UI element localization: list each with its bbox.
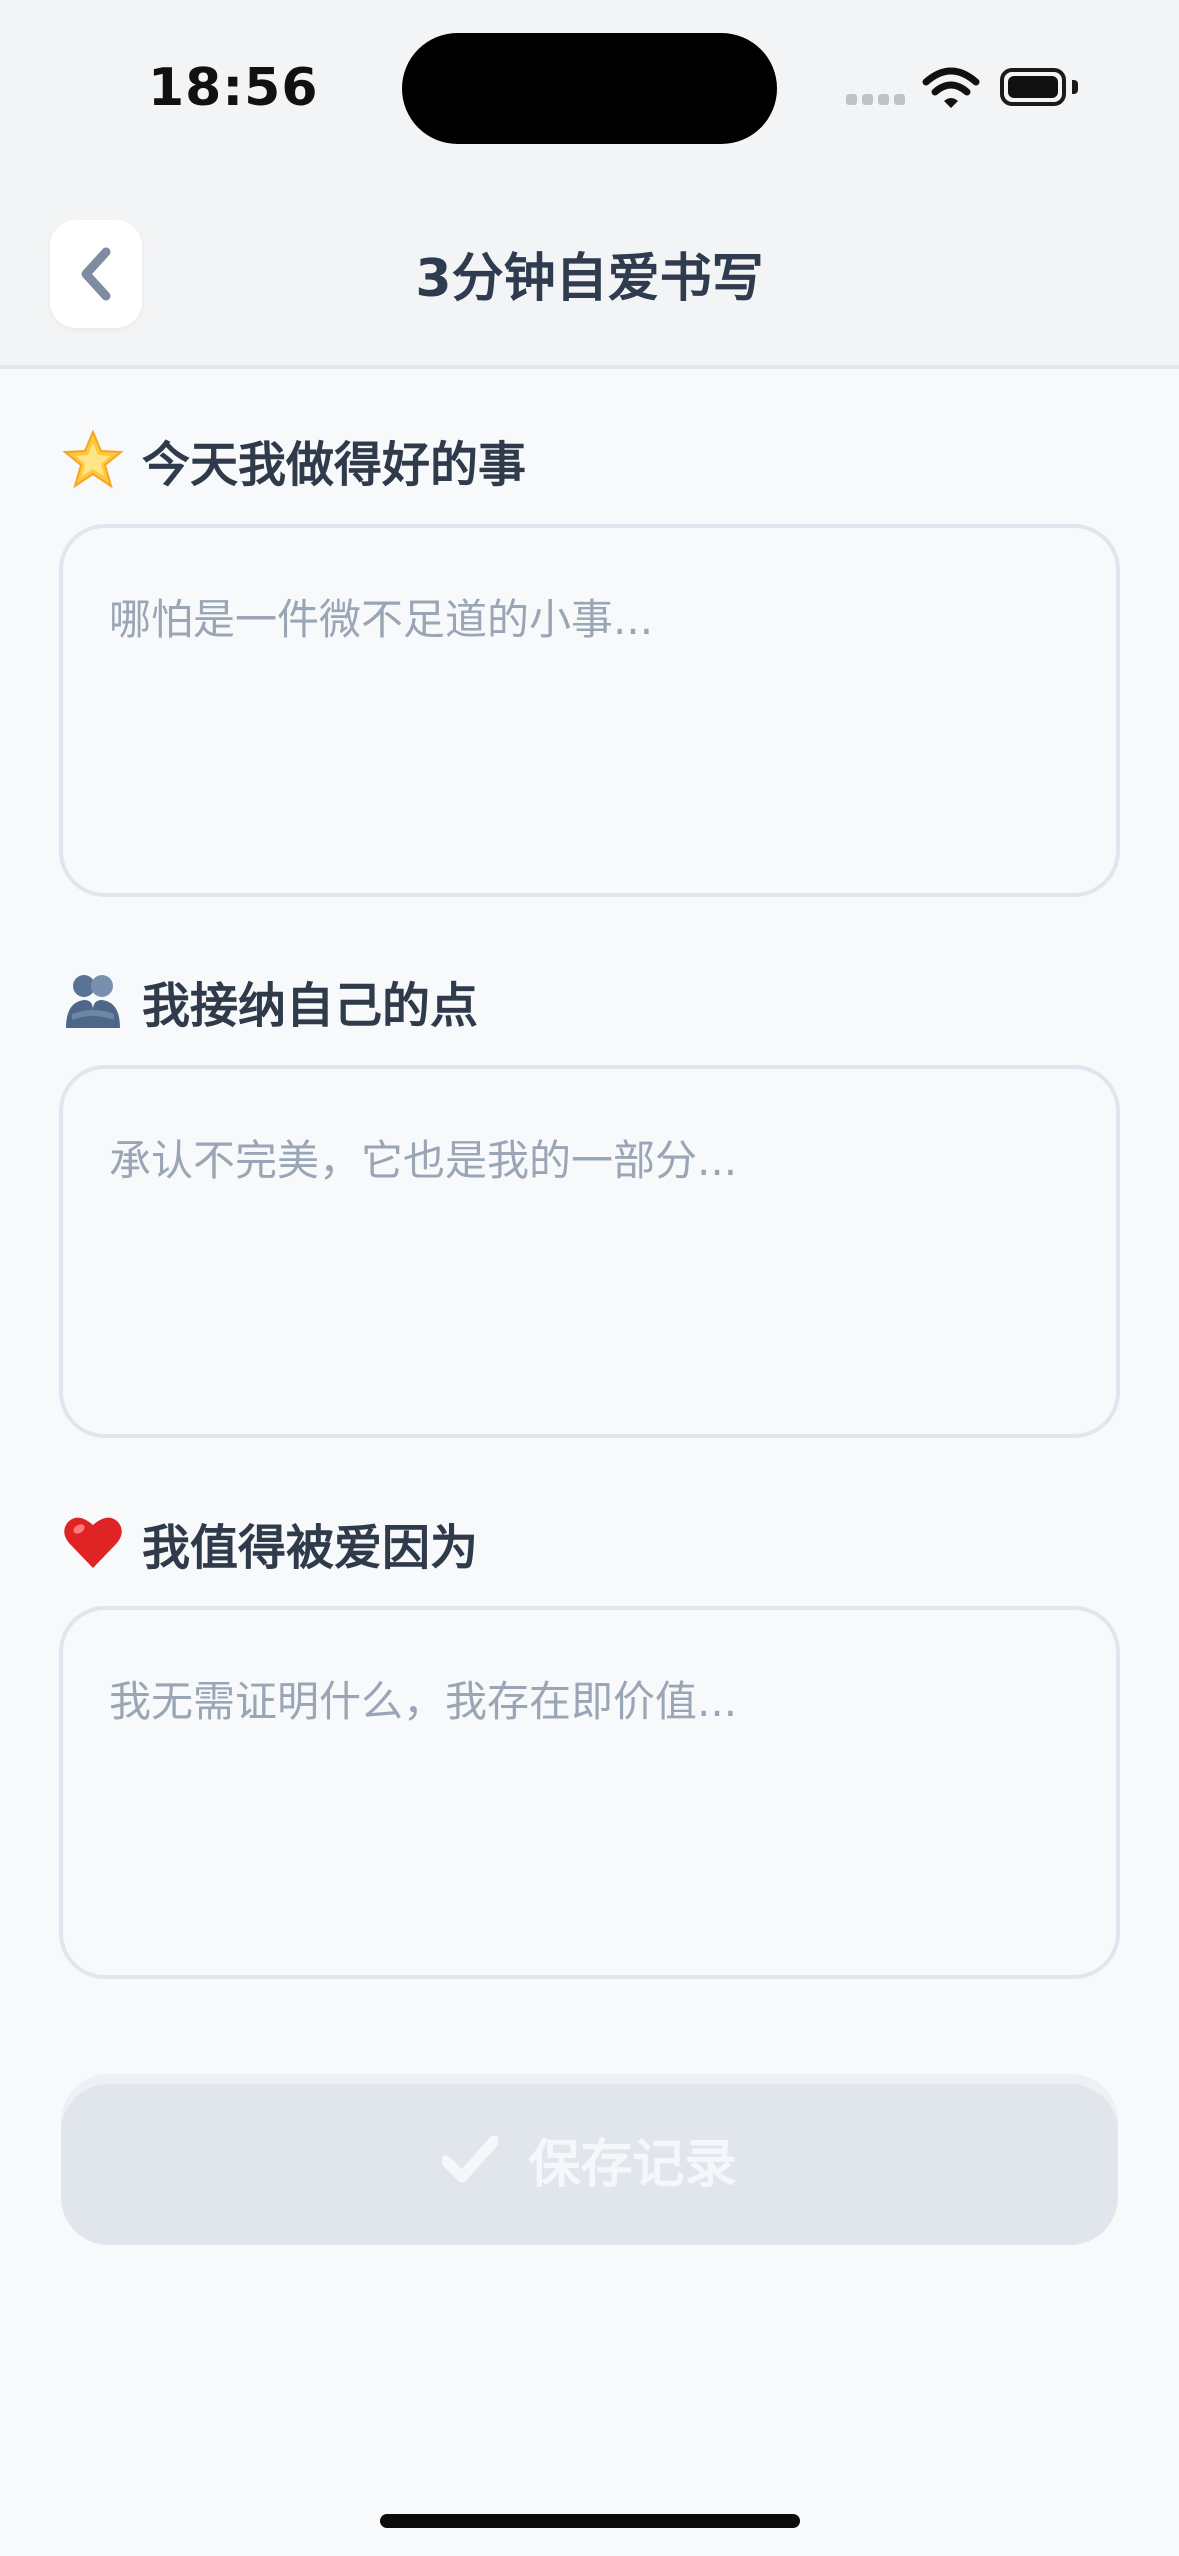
navigation-header: 18:56 3分钟自爱书写 <box>0 0 1179 369</box>
accept-self-input[interactable] <box>59 1065 1120 1438</box>
deserve-love-input[interactable] <box>59 1606 1120 1979</box>
page-title: 3分钟自爱书写 <box>415 249 764 309</box>
red-heart-icon <box>62 1512 124 1574</box>
home-indicator <box>380 2514 800 2528</box>
section-label-text: 今天我做得好的事 <box>142 437 527 493</box>
people-hugging-icon <box>62 970 124 1032</box>
status-time: 18:56 <box>148 58 319 118</box>
section-label-accept-self: 我接纳自己的点 <box>62 966 478 1036</box>
section-label-deserve-love: 我值得被爱因为 <box>62 1508 478 1578</box>
section-label-good-things: 今天我做得好的事 <box>62 425 526 495</box>
save-button[interactable]: 保存记录 <box>61 2074 1118 2245</box>
dynamic-island <box>402 33 777 144</box>
checkmark-icon <box>442 2135 499 2182</box>
battery-icon <box>1000 68 1066 106</box>
battery-cap <box>1072 80 1078 94</box>
wifi-icon <box>922 67 980 108</box>
glowing-star-icon <box>62 429 124 491</box>
good-things-input[interactable] <box>59 524 1120 897</box>
section-label-text: 我值得被爱因为 <box>142 1520 479 1576</box>
section-label-text: 我接纳自己的点 <box>142 978 479 1034</box>
cellular-signal-icon <box>846 94 906 108</box>
save-button-label: 保存记录 <box>528 2135 737 2195</box>
